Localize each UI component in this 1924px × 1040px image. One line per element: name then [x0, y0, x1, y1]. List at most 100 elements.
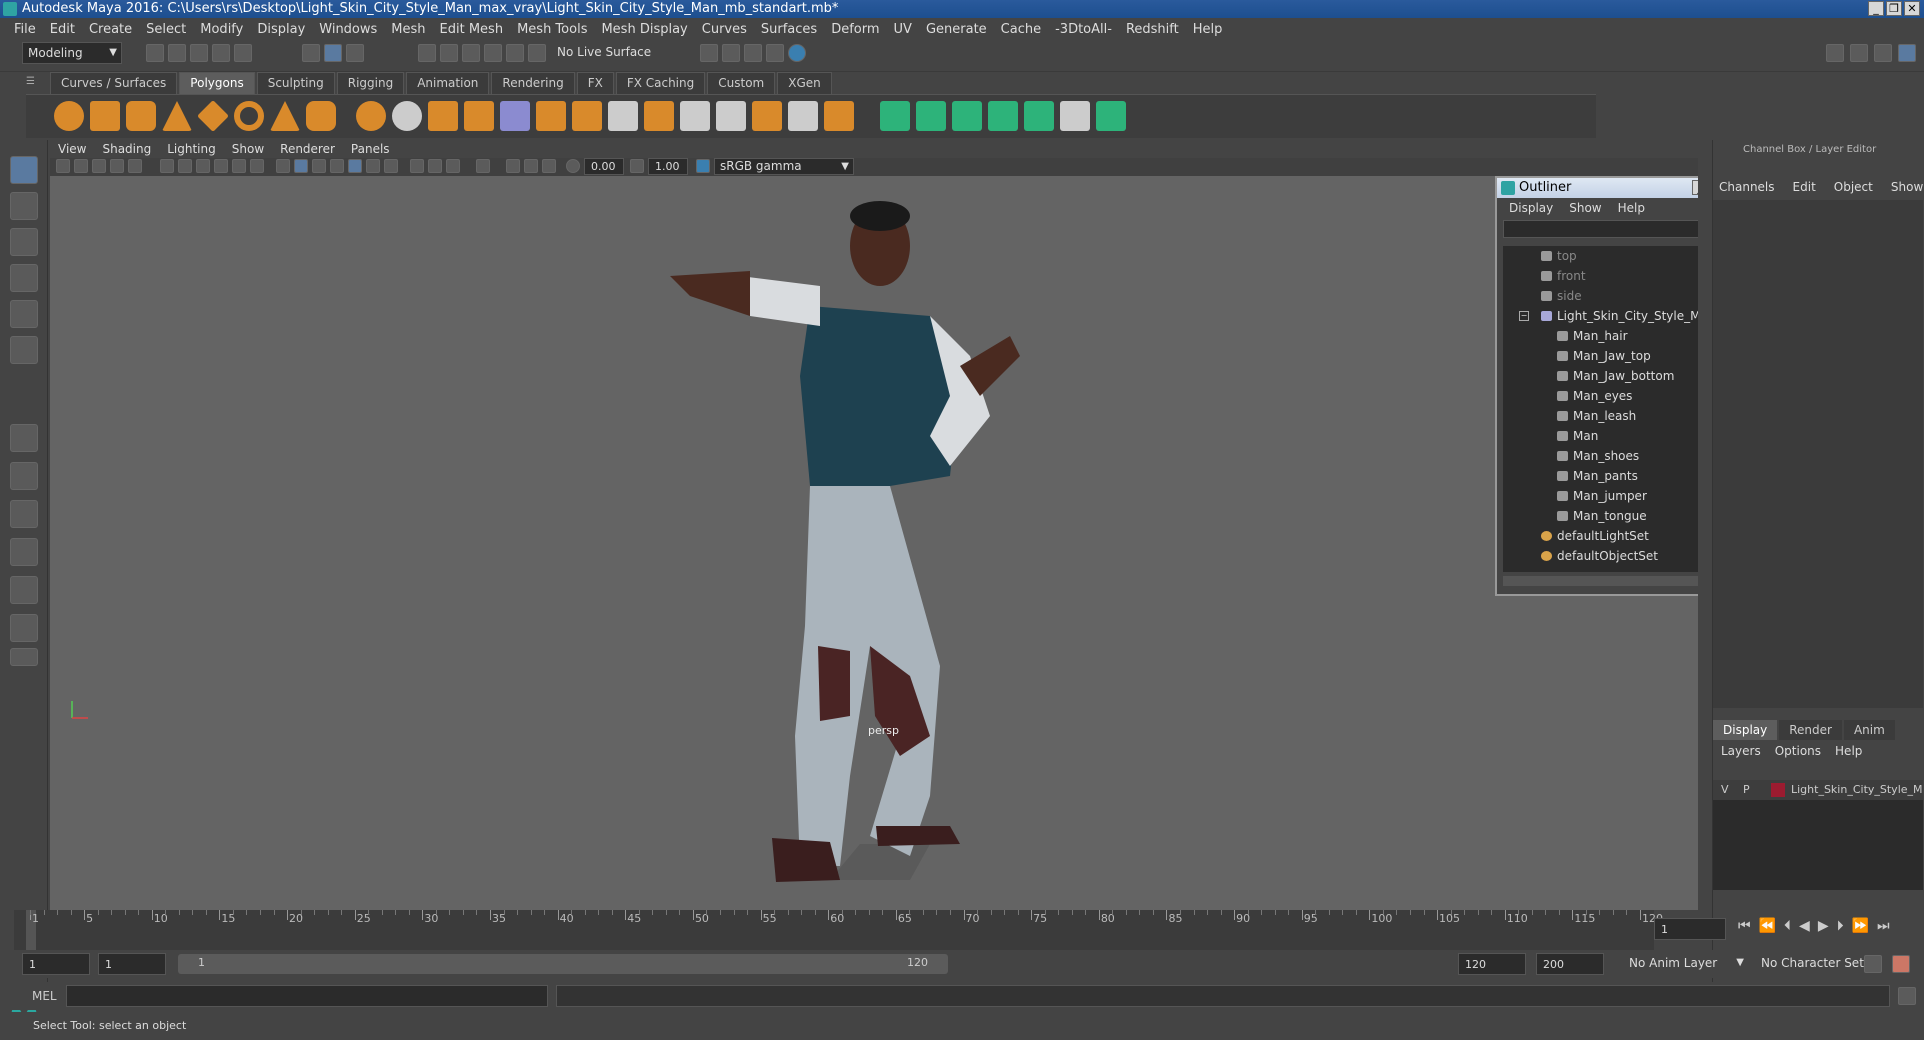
redo-icon[interactable] [234, 44, 252, 62]
layer-menu-help[interactable]: Help [1835, 744, 1862, 758]
more-layouts-icon[interactable] [10, 648, 38, 666]
step-back-frame-icon[interactable]: ⏴ [1784, 918, 1791, 934]
exposure-field[interactable]: 0.00 [584, 158, 624, 175]
target-weld-icon[interactable] [716, 101, 746, 131]
go-to-start-icon[interactable]: ⏮ [1738, 918, 1751, 934]
panel-menu-shading[interactable]: Shading [102, 140, 151, 158]
camera-select-icon[interactable] [56, 159, 70, 173]
four-view-layout-icon[interactable] [10, 462, 38, 490]
attribute-editor-icon[interactable] [1850, 44, 1868, 62]
layer-tab-render[interactable]: Render [1779, 720, 1842, 740]
anim-layer-dropdown[interactable]: No Anim Layer ▼ [1624, 953, 1748, 975]
motion-blur-icon[interactable] [428, 159, 442, 173]
select-component-icon[interactable] [346, 44, 364, 62]
checker-icon[interactable] [1060, 101, 1090, 131]
extrude-icon[interactable] [572, 101, 602, 131]
menu-redshift[interactable]: Redshift [1126, 22, 1179, 37]
snap-surface-icon[interactable] [506, 44, 524, 62]
uv-editor-icon[interactable] [1024, 101, 1054, 131]
layer-row[interactable]: V P Light_Skin_City_Style_M [1713, 780, 1923, 800]
layer-color-swatch[interactable] [1771, 783, 1785, 797]
bridge-icon[interactable] [608, 101, 638, 131]
collapse-icon[interactable]: − [1519, 311, 1529, 321]
shelf-tab-polygons[interactable]: Polygons [179, 72, 255, 94]
layer-visibility-toggle[interactable]: V [1721, 783, 1729, 796]
hypershade-layout-icon[interactable] [10, 614, 38, 642]
menu-cache[interactable]: Cache [1001, 22, 1041, 37]
channel-menu-edit[interactable]: Edit [1793, 180, 1816, 194]
outliner-item[interactable]: top [1503, 246, 1698, 266]
outliner-item[interactable]: defaultObjectSet [1503, 546, 1698, 566]
anti-aliasing-icon[interactable] [446, 159, 460, 173]
outliner-item[interactable]: Man [1503, 426, 1698, 446]
default-material-icon[interactable] [312, 159, 326, 173]
outliner-minimize-button[interactable]: _ [1692, 180, 1698, 195]
single-perspective-layout-icon[interactable] [10, 424, 38, 452]
outliner-item[interactable]: Man_pants [1503, 466, 1698, 486]
save-scene-icon[interactable] [190, 44, 208, 62]
lasso-tool-icon[interactable] [10, 192, 38, 220]
panel-menu-lighting[interactable]: Lighting [167, 140, 216, 158]
menu-select[interactable]: Select [146, 22, 186, 37]
lights-icon[interactable] [366, 159, 380, 173]
boolean-icon[interactable] [500, 101, 530, 131]
tool-settings-icon[interactable] [1874, 44, 1892, 62]
combine-icon[interactable] [356, 101, 386, 131]
panel-menu-show[interactable]: Show [232, 140, 264, 158]
layer-playback-toggle[interactable]: P [1743, 783, 1750, 796]
undo-icon[interactable] [212, 44, 230, 62]
poly-torus-icon[interactable] [234, 101, 264, 131]
auto-key-icon[interactable] [1864, 955, 1882, 973]
gamma-field[interactable]: 1.00 [648, 158, 688, 175]
grid-toggle-icon[interactable] [160, 159, 174, 173]
outliner-menu-display[interactable]: Display [1509, 198, 1553, 218]
wireframe-icon[interactable] [276, 159, 290, 173]
layer-tab-display[interactable]: Display [1713, 720, 1778, 740]
wireframe-on-shaded-icon[interactable] [330, 159, 344, 173]
range-slider[interactable]: 1 120 [178, 954, 948, 974]
select-hierarchy-icon[interactable] [302, 44, 320, 62]
menu-curves[interactable]: Curves [702, 22, 747, 37]
step-forward-key-icon[interactable]: ⏩ [1852, 918, 1869, 934]
colorspace-dropdown[interactable]: sRGB gamma ▼ [714, 158, 854, 175]
go-to-end-icon[interactable]: ⏭ [1877, 918, 1890, 934]
hypershade-icon[interactable] [788, 44, 806, 62]
panel-menu-view[interactable]: View [58, 140, 86, 158]
uv-cylindrical-icon[interactable] [916, 101, 946, 131]
image-plane-icon[interactable] [110, 159, 124, 173]
step-forward-frame-icon[interactable]: ⏵ [1837, 918, 1844, 934]
poly-cone-icon[interactable] [162, 101, 192, 131]
select-object-icon[interactable] [324, 44, 342, 62]
shelf-tab-curves-surfaces[interactable]: Curves / Surfaces [50, 72, 178, 94]
menu-edit[interactable]: Edit [50, 22, 75, 37]
xray-icon[interactable] [506, 159, 520, 173]
play-forward-icon[interactable]: ▶ [1818, 918, 1829, 934]
menu-mesh-display[interactable]: Mesh Display [601, 22, 687, 37]
bevel-icon[interactable] [644, 101, 674, 131]
shelf-tab-sculpting[interactable]: Sculpting [256, 72, 335, 94]
live-surface-field[interactable]: No Live Surface [552, 42, 658, 64]
outliner-hscrollbar[interactable] [1503, 576, 1698, 586]
xray-components-icon[interactable] [542, 159, 556, 173]
outliner-item[interactable]: Man_leash [1503, 406, 1698, 426]
render-view-icon[interactable] [700, 44, 718, 62]
outliner-item[interactable]: front [1503, 266, 1698, 286]
restore-button[interactable]: ❐ [1886, 1, 1902, 16]
layer-menu-options[interactable]: Options [1775, 744, 1821, 758]
shelf-tab-rendering[interactable]: Rendering [491, 72, 575, 94]
render-frame-icon[interactable] [722, 44, 740, 62]
poly-pipe-icon[interactable] [306, 101, 336, 131]
poly-plane-icon[interactable] [197, 100, 229, 132]
two-panes-layout-icon[interactable] [10, 500, 38, 528]
shelf-tab-fx-caching[interactable]: FX Caching [615, 72, 706, 94]
menu-create[interactable]: Create [89, 22, 132, 37]
minimize-button[interactable]: _ [1868, 1, 1884, 16]
isolate-select-icon[interactable] [476, 159, 490, 173]
uv-automatic-icon[interactable] [988, 101, 1018, 131]
smooth-shade-icon[interactable] [294, 159, 308, 173]
play-backward-icon[interactable]: ◀ [1799, 918, 1810, 934]
move-tool-icon[interactable] [10, 264, 38, 292]
layer-menu-layers[interactable]: Layers [1721, 744, 1761, 758]
uv-spherical-icon[interactable] [952, 101, 982, 131]
shelf-tab-xgen[interactable]: XGen [777, 72, 832, 94]
